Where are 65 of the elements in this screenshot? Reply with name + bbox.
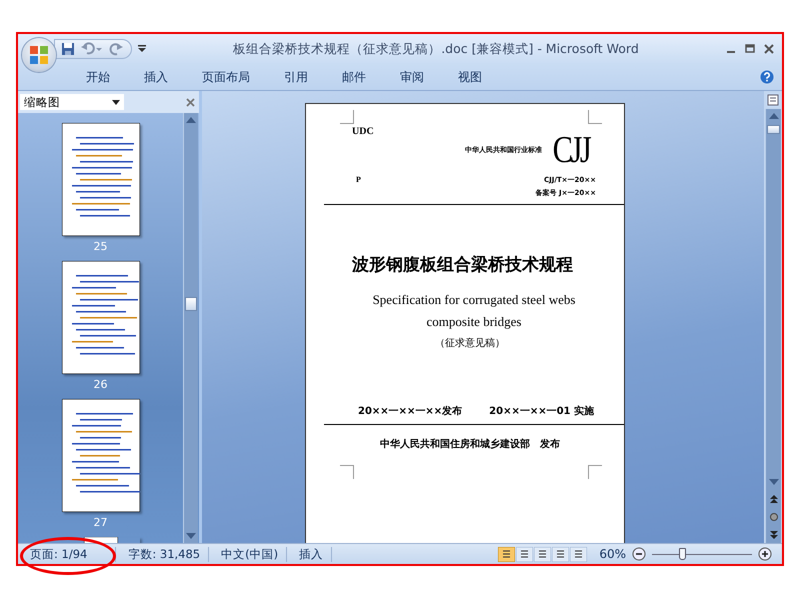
ruler-toggle-icon[interactable] <box>767 94 779 106</box>
page-thumbnail[interactable] <box>62 261 140 374</box>
close-icon[interactable] <box>186 98 195 106</box>
close-icon[interactable] <box>764 44 774 54</box>
dropdown-arrow-icon <box>112 100 120 104</box>
view-mode-icon[interactable] <box>516 546 534 562</box>
standard-logo: CJJ <box>552 131 590 169</box>
redo-icon[interactable] <box>109 42 123 56</box>
view-mode-icon[interactable] <box>552 546 570 562</box>
udc-label: UDC <box>351 126 375 137</box>
previous-page-icon[interactable] <box>770 495 778 503</box>
publish-date: 20××一××一××发布 <box>358 404 462 418</box>
page-number: 25 <box>94 240 108 253</box>
scroll-thumb[interactable] <box>767 125 780 134</box>
browse-object-icon[interactable] <box>770 513 778 521</box>
pane-dropdown[interactable]: 缩略图 <box>20 94 124 110</box>
scroll-down-icon[interactable] <box>768 479 778 485</box>
page-number: 26 <box>94 378 108 391</box>
zoom-slider-thumb[interactable] <box>679 548 686 560</box>
classification-label: P <box>356 175 361 186</box>
undo-icon[interactable] <box>81 42 103 56</box>
status-item[interactable]: 字数: 31,485 <box>122 546 210 562</box>
status-item[interactable]: 中文(中国) <box>215 546 288 562</box>
office-button[interactable] <box>22 38 56 72</box>
view-mode-icon[interactable] <box>570 546 588 562</box>
page-thumbnail[interactable] <box>62 123 140 236</box>
scroll-thumb[interactable] <box>185 297 197 311</box>
zoom-level[interactable]: 60% <box>599 547 626 561</box>
ribbon-tab[interactable]: 页面布局 <box>192 66 260 88</box>
scrollbar[interactable] <box>183 113 198 543</box>
help-icon[interactable] <box>760 70 774 84</box>
zoom-in-icon[interactable] <box>758 547 772 561</box>
crop-mark <box>588 110 602 124</box>
next-page-icon[interactable] <box>770 531 778 539</box>
save-icon[interactable] <box>61 42 75 56</box>
scroll-down-icon[interactable] <box>186 533 196 539</box>
office-logo-icon <box>29 45 49 65</box>
ribbon-tab[interactable]: 开始 <box>76 66 120 88</box>
status-item[interactable]: 插入 <box>293 546 332 562</box>
ribbon-tab[interactable]: 引用 <box>274 66 318 88</box>
english-title: composite bridges <box>426 314 522 330</box>
ribbon-tab[interactable]: 插入 <box>134 66 178 88</box>
effective-date: 20××一××一01 实施 <box>489 404 594 418</box>
customize-dropdown-icon[interactable] <box>138 45 146 53</box>
view-mode-icon[interactable] <box>498 546 516 562</box>
scrollbar[interactable] <box>765 109 781 543</box>
maximize-icon[interactable] <box>745 44 755 54</box>
scroll-up-icon[interactable] <box>768 113 778 119</box>
ribbon-tab[interactable]: 视图 <box>448 66 492 88</box>
draft-note: （征求意见稿） <box>434 336 506 350</box>
view-mode-icon[interactable] <box>534 546 552 562</box>
crop-mark <box>588 465 602 479</box>
page-thumbnail[interactable] <box>62 399 140 512</box>
ribbon-tab[interactable]: 邮件 <box>332 66 376 88</box>
window-title: 板组合梁桥技术规程（征求意见稿）.doc [兼容模式] - Microsoft Word <box>232 40 640 58</box>
status-item[interactable]: 页面: 1/94 <box>18 546 116 562</box>
english-title: Specification for corrugated steel webs <box>372 292 576 308</box>
publisher: 中华人民共和国住房和城乡建设部 发布 <box>379 437 561 451</box>
page-number: 27 <box>94 516 108 529</box>
scroll-up-icon[interactable] <box>186 117 196 123</box>
document-title: 波形钢腹板组合梁桥技术规程 <box>351 254 574 276</box>
crop-mark <box>340 465 354 479</box>
ribbon-tab[interactable]: 审阅 <box>390 66 434 88</box>
zoom-out-icon[interactable] <box>632 547 646 561</box>
crop-mark <box>340 110 354 124</box>
